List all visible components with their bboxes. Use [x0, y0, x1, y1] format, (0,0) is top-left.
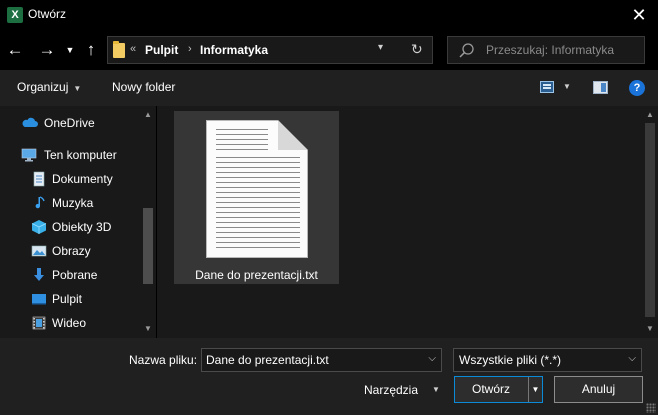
- recent-locations-button[interactable]: ▼: [63, 40, 77, 60]
- open-button[interactable]: Otwórz ▼: [454, 376, 543, 403]
- pictures-icon: [31, 245, 47, 257]
- folder-icon: [113, 41, 125, 58]
- up-button[interactable]: ↑: [82, 40, 100, 60]
- sidebar-item-desktop[interactable]: Pulpit: [0, 288, 140, 310]
- file-name: Dane do prezentacji.txt: [195, 268, 318, 282]
- excel-app-icon: X: [7, 7, 23, 23]
- file-list-scrollbar[interactable]: ▲ ▼: [642, 106, 658, 338]
- sidebar-item-label: Wideo: [52, 316, 87, 330]
- search-input[interactable]: [486, 42, 636, 58]
- window-title: Otwórz: [28, 7, 67, 21]
- chevron-down-icon: ▼: [73, 84, 82, 93]
- chevron-down-icon[interactable]: ⌵: [628, 353, 636, 364]
- sidebar-item-label: Pulpit: [52, 292, 83, 306]
- filename-input[interactable]: [206, 352, 416, 368]
- file-list-scroll-thumb[interactable]: [645, 123, 655, 317]
- breadcrumb-separator: ›: [188, 43, 192, 55]
- back-button[interactable]: ←: [6, 40, 24, 60]
- downloads-icon: [34, 268, 44, 281]
- sidebar-item-label: OneDrive: [44, 116, 95, 130]
- help-icon[interactable]: ?: [629, 80, 645, 96]
- forward-button[interactable]: →: [38, 40, 56, 60]
- filename-combobox[interactable]: ⌵: [201, 348, 442, 372]
- breadcrumb-overflow[interactable]: «: [130, 43, 136, 55]
- breadcrumb-pulpit[interactable]: Pulpit: [145, 43, 178, 57]
- tools-button[interactable]: Narzędzia: [364, 383, 418, 397]
- open-options-chevron-icon[interactable]: ▼: [528, 377, 542, 402]
- text-lines: [216, 157, 300, 249]
- sidebar-item-pictures[interactable]: Obrazy: [0, 240, 140, 262]
- sidebar-item-label: Muzyka: [52, 196, 94, 210]
- cancel-button[interactable]: Anuluj: [554, 376, 643, 403]
- breadcrumb-informatyka[interactable]: Informatyka: [200, 43, 268, 57]
- resize-grip-icon[interactable]: [646, 403, 656, 413]
- view-options-chevron-icon[interactable]: ▼: [563, 82, 571, 91]
- search-icon: [459, 43, 474, 58]
- sidebar-item-documents[interactable]: Dokumenty: [0, 168, 140, 190]
- text-lines: [216, 129, 268, 153]
- search-box[interactable]: [447, 36, 645, 64]
- desktop-icon: [32, 294, 46, 305]
- scroll-up-icon[interactable]: ▲: [140, 108, 156, 122]
- sidebar-item-label: Ten komputer: [44, 148, 117, 162]
- music-icon: [35, 196, 45, 209]
- navigation-pane: OneDrive Ten komputer Dokumenty Muzyka O…: [0, 106, 156, 338]
- file-item[interactable]: Dane do prezentacji.txt: [174, 111, 339, 284]
- sidebar-item-music[interactable]: Muzyka: [0, 192, 140, 214]
- file-list: Dane do prezentacji.txt ▲ ▼: [157, 106, 658, 338]
- dialog-footer: Nazwa pliku: ⌵ Wszystkie pliki (*.*) ⌵ N…: [0, 338, 658, 415]
- sidebar-scroll-thumb[interactable]: [143, 208, 153, 284]
- filetype-select[interactable]: Wszystkie pliki (*.*) ⌵: [453, 348, 642, 372]
- sidebar-item-downloads[interactable]: Pobrane: [0, 264, 140, 286]
- sidebar-item-label: Obiekty 3D: [52, 220, 112, 234]
- organize-button[interactable]: Organizuj ▼: [17, 80, 81, 94]
- change-view-icon[interactable]: [540, 81, 554, 93]
- new-folder-button[interactable]: Nowy folder: [112, 80, 175, 94]
- open-button-label[interactable]: Otwórz: [455, 377, 527, 402]
- scroll-down-icon[interactable]: ▼: [642, 322, 658, 336]
- sidebar-item-videos[interactable]: Wideo: [0, 312, 140, 334]
- filetype-value: Wszystkie pliki (*.*): [459, 353, 562, 367]
- videos-icon: [32, 316, 46, 330]
- close-button[interactable]: ✕: [626, 2, 652, 28]
- scroll-up-icon[interactable]: ▲: [642, 108, 658, 122]
- preview-pane-icon[interactable]: [593, 81, 608, 94]
- objects-3d-icon: [31, 220, 47, 234]
- sidebar-item-label: Dokumenty: [52, 172, 113, 186]
- sidebar-item-label: Pobrane: [52, 268, 98, 282]
- sidebar-item-label: Obrazy: [52, 244, 91, 258]
- address-dropdown-icon[interactable]: ▾: [378, 42, 383, 53]
- tools-chevron-icon[interactable]: ▼: [432, 385, 440, 394]
- organize-label: Organizuj: [17, 80, 69, 94]
- text-file-icon: [206, 120, 308, 258]
- refresh-icon[interactable]: ↻: [411, 41, 423, 58]
- page-fold: [278, 120, 308, 150]
- navigation-bar: ← → ▼ ↑ « Pulpit › Informatyka ▾ ↻: [0, 30, 658, 70]
- scroll-down-icon[interactable]: ▼: [140, 322, 156, 336]
- sidebar-item-this-pc[interactable]: Ten komputer: [0, 144, 140, 166]
- onedrive-icon: [22, 117, 38, 127]
- filename-label: Nazwa pliku:: [129, 353, 198, 367]
- command-toolbar: Organizuj ▼ Nowy folder ▼ ?: [0, 70, 658, 106]
- sidebar-item-3d-objects[interactable]: Obiekty 3D: [0, 216, 140, 238]
- documents-icon: [33, 171, 45, 187]
- sidebar-item-onedrive[interactable]: OneDrive: [0, 112, 140, 134]
- address-bar[interactable]: « Pulpit › Informatyka ▾ ↻: [107, 36, 433, 64]
- sidebar-scrollbar[interactable]: ▲ ▼: [140, 106, 156, 338]
- title-bar: X Otwórz ✕: [0, 0, 658, 30]
- chevron-down-icon[interactable]: ⌵: [428, 353, 436, 364]
- this-pc-icon: [21, 148, 37, 162]
